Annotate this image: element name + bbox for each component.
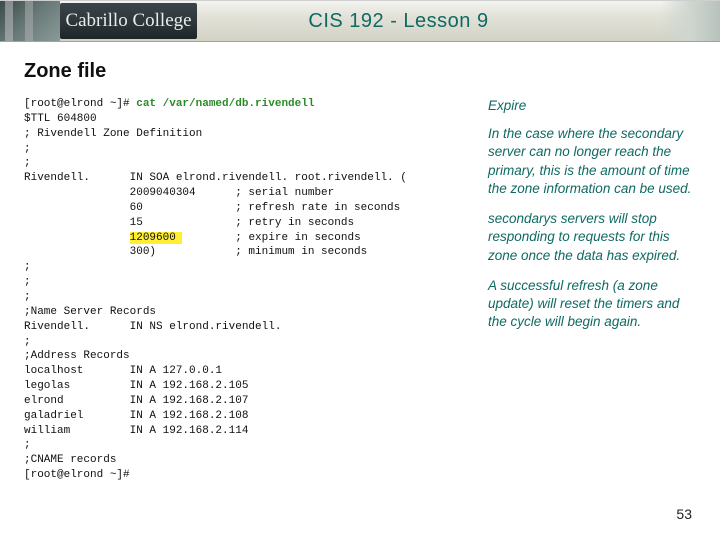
logo: Cabrillo College <box>60 3 197 39</box>
code-line: ; <box>24 336 31 348</box>
page-number: 53 <box>676 506 692 522</box>
content-columns: [root@elrond ~]# cat /var/named/db.riven… <box>24 97 696 483</box>
header-bar: Cabrillo College CIS 192 - Lesson 9 <box>0 0 720 42</box>
slide-body: Zone file [root@elrond ~]# cat /var/name… <box>0 42 720 530</box>
header-decoration <box>660 1 720 41</box>
code-line: 2009040304 ; serial number <box>24 187 334 199</box>
code-block: [root@elrond ~]# cat /var/named/db.riven… <box>24 97 464 483</box>
section-title: Zone file <box>24 60 696 83</box>
explanation-column: Expire In the case where the secondary s… <box>488 97 696 483</box>
prompt: [root@elrond ~]# <box>24 98 136 110</box>
command-text: cat /var/named/db.rivendell <box>136 98 314 110</box>
code-line: william IN A 192.168.2.114 <box>24 425 248 437</box>
code-line: Rivendell. IN SOA elrond.rivendell. root… <box>24 172 407 184</box>
code-line: $TTL 604800 <box>24 113 97 125</box>
code-line: ; <box>24 157 31 169</box>
code-line: ; <box>24 291 31 303</box>
code-line: legolas IN A 192.168.2.105 <box>24 380 248 392</box>
explanation-paragraph: secondarys servers will stop responding … <box>488 210 696 265</box>
code-line: elrond IN A 192.168.2.107 <box>24 395 248 407</box>
code-line: ; <box>24 276 31 288</box>
code-line <box>24 232 130 244</box>
header-photo <box>0 1 60 41</box>
code-line: ; Rivendell Zone Definition <box>24 128 202 140</box>
code-line: ;CNAME records <box>24 454 116 466</box>
slide-title: CIS 192 - Lesson 9 <box>197 10 660 33</box>
logo-text: Cabrillo College <box>65 10 191 32</box>
code-line: ; expire in seconds <box>182 232 360 244</box>
code-line: [root@elrond ~]# <box>24 469 130 481</box>
code-line: localhost IN A 127.0.0.1 <box>24 365 222 377</box>
explanation-heading: Expire <box>488 97 696 115</box>
explanation-paragraph: A successful refresh (a zone update) wil… <box>488 277 696 332</box>
code-line: 300) ; minimum in seconds <box>24 246 367 258</box>
code-line: ; <box>24 261 31 273</box>
highlight-expire: 1209600 <box>130 232 183 244</box>
code-line: ;Name Server Records <box>24 306 156 318</box>
code-line: 60 ; refresh rate in seconds <box>24 202 400 214</box>
explanation-paragraph: In the case where the secondary server c… <box>488 125 696 198</box>
code-line: 15 ; retry in seconds <box>24 217 354 229</box>
code-line: ; <box>24 439 31 451</box>
code-line: galadriel IN A 192.168.2.108 <box>24 410 248 422</box>
code-line: Rivendell. IN NS elrond.rivendell. <box>24 321 281 333</box>
code-line: ;Address Records <box>24 350 130 362</box>
code-line: ; <box>24 143 31 155</box>
